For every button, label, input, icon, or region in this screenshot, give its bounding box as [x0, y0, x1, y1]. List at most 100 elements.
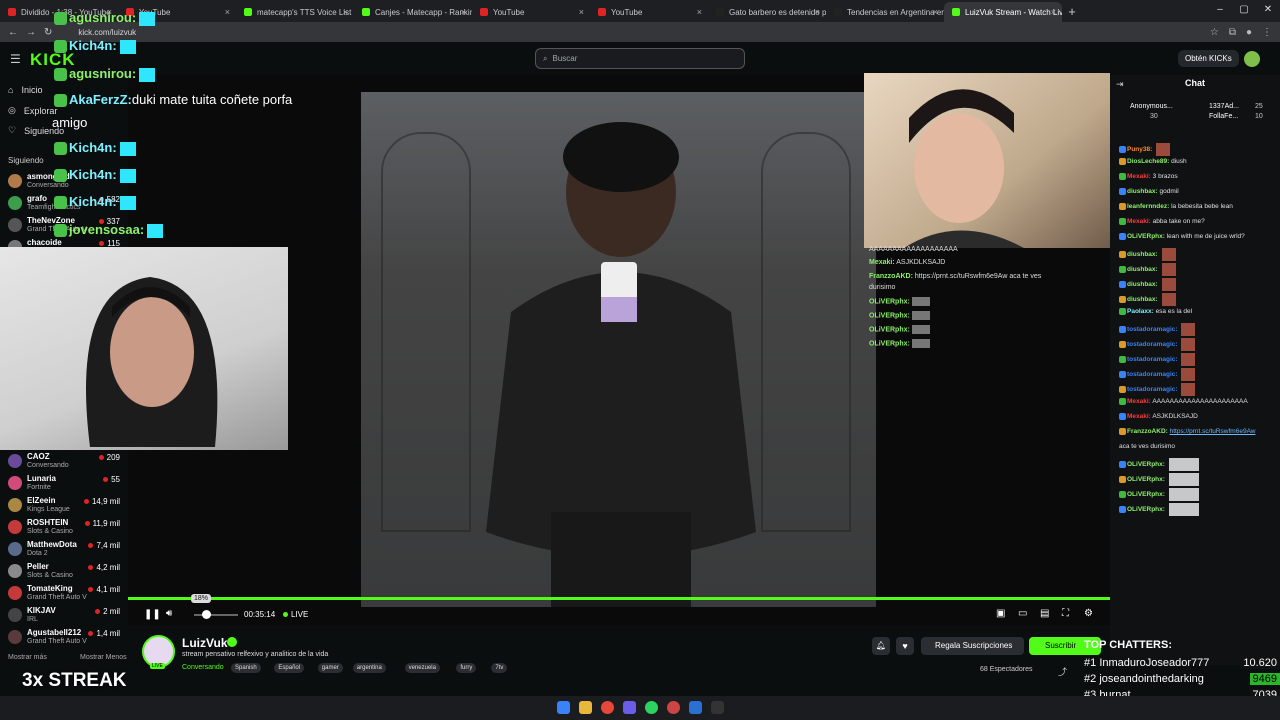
- theater-icon[interactable]: ▭: [1018, 608, 1027, 619]
- get-kicks-button[interactable]: Obtén KICKs: [1178, 50, 1239, 67]
- profile-icon[interactable]: ●: [1246, 27, 1252, 38]
- sidebar-channel[interactable]: Lunaria Fortnite 55: [8, 474, 120, 496]
- chat-username[interactable]: OLiVERphx:: [1127, 506, 1165, 513]
- chat-username[interactable]: tostadoramagic:: [1127, 356, 1178, 363]
- tab-close-icon[interactable]: ×: [697, 7, 702, 17]
- app-icon[interactable]: [667, 701, 680, 714]
- chat-username[interactable]: tostadoramagic:: [1127, 341, 1178, 348]
- tab-close-icon[interactable]: ×: [933, 7, 938, 17]
- sidebar-channel[interactable]: ROSHTEIN Slots & Casino 11,9 mil: [8, 518, 120, 540]
- steam-icon[interactable]: [689, 701, 702, 714]
- sidebar-channel[interactable]: Peller Slots & Casino 4,2 mil: [8, 562, 120, 584]
- tab-close-icon[interactable]: ×: [461, 7, 466, 17]
- sidebar-channel[interactable]: Agustabell212 Grand Theft Auto V 1,4 mil: [8, 628, 120, 650]
- chat-username[interactable]: tostadoramagic:: [1127, 386, 1178, 393]
- discord-icon[interactable]: [623, 701, 636, 714]
- extensions-icon[interactable]: ⧉: [1229, 27, 1236, 38]
- chat-username[interactable]: FranzzoAKD:: [1127, 428, 1168, 435]
- user-avatar[interactable]: [1244, 51, 1260, 67]
- sidebar-channel[interactable]: CAOZ Conversando 209: [8, 452, 120, 474]
- tab-close-icon[interactable]: ×: [815, 7, 820, 17]
- forward-icon[interactable]: →: [26, 27, 36, 38]
- pip-icon[interactable]: ▤: [1040, 608, 1049, 619]
- back-icon[interactable]: ←: [8, 27, 18, 38]
- spotify-icon[interactable]: [645, 701, 658, 714]
- menu-icon[interactable]: ⋮: [1262, 27, 1272, 38]
- reload-icon[interactable]: ↻: [44, 27, 52, 38]
- maximize-icon[interactable]: ▢: [1232, 0, 1256, 20]
- tab-close-icon[interactable]: ×: [343, 7, 348, 17]
- chat-username[interactable]: Mexaki:: [1127, 413, 1151, 420]
- stream-chat-message: https://prnt.sc/tuRswfm6e9Aw aca te ves: [914, 273, 1042, 280]
- stream-tag[interactable]: Spanish: [231, 663, 261, 673]
- stream-tag[interactable]: venezuela: [404, 663, 440, 673]
- fullscreen-icon[interactable]: ⛶: [1062, 608, 1069, 619]
- chat-username[interactable]: diushbax:: [1127, 266, 1158, 273]
- gift-subs-button[interactable]: Regala Suscripciones: [921, 637, 1024, 655]
- sidebar-item-inicio[interactable]: ⌂ Inicio: [8, 85, 42, 95]
- star-icon[interactable]: ☆: [1210, 27, 1219, 38]
- settings-gear-icon[interactable]: ⚙: [1084, 608, 1093, 619]
- chat-username[interactable]: Mexaki:: [1127, 173, 1151, 180]
- volume-icon[interactable]: 🔊︎: [166, 608, 172, 619]
- stream-tag[interactable]: furry: [456, 663, 477, 673]
- chat-username[interactable]: Paolaxx:: [1127, 308, 1154, 315]
- chat-username[interactable]: leanfernndez:: [1127, 203, 1169, 210]
- stream-tag[interactable]: Español: [274, 663, 305, 673]
- chat-username[interactable]: DiosLeche89:: [1127, 158, 1169, 165]
- live-indicator[interactable]: LIVE: [283, 610, 308, 619]
- hamburger-menu-icon[interactable]: ☰: [10, 52, 21, 66]
- stream-tag[interactable]: gamer: [317, 663, 343, 673]
- chat-username[interactable]: OLiVERphx:: [1127, 461, 1165, 468]
- chat-username[interactable]: Puny38:: [1127, 146, 1152, 153]
- browser-tab[interactable]: Canjes - Matecapp - Ranking y×: [354, 2, 472, 22]
- chat-username[interactable]: diushbax:: [1127, 281, 1158, 288]
- chat-username[interactable]: Mexaki:: [1127, 398, 1151, 405]
- sidebar-channel[interactable]: ElZeein Kings League 14,9 mil: [8, 496, 120, 518]
- close-window-icon[interactable]: ✕: [1256, 0, 1280, 20]
- search-input[interactable]: ⌕ Buscar: [535, 48, 745, 69]
- notification-bell-button[interactable]: 🔔︎: [872, 637, 890, 655]
- browser-tab[interactable]: YouTube ×: [590, 2, 708, 22]
- tab-close-icon[interactable]: ×: [225, 7, 230, 17]
- url-field[interactable]: kick.com/luizvuk: [78, 28, 136, 37]
- chrome-icon[interactable]: [601, 701, 614, 714]
- sidebar-channel[interactable]: TomateKing Grand Theft Auto V 4,1 mil: [8, 584, 120, 606]
- chat-username[interactable]: tostadoramagic:: [1127, 371, 1178, 378]
- new-tab-button[interactable]: +: [1062, 4, 1082, 19]
- tab-close-icon[interactable]: ×: [1051, 7, 1056, 17]
- share-icon[interactable]: ⤴: [1058, 665, 1067, 678]
- chat-username[interactable]: diushbax:: [1127, 296, 1158, 303]
- chat-username[interactable]: tostadoramagic:: [1127, 326, 1178, 333]
- volume-slider[interactable]: [194, 614, 238, 616]
- chat-username[interactable]: Mexaki:: [1127, 218, 1151, 225]
- show-less-link[interactable]: Mostrar Menos: [80, 654, 127, 661]
- follow-heart-button[interactable]: ♥: [896, 637, 914, 655]
- terminal-icon[interactable]: [711, 701, 724, 714]
- browser-tab[interactable]: Tendencias en Argentina en X ×: [826, 2, 944, 22]
- browser-tab[interactable]: matecapp's TTS Voice List | Kick×: [236, 2, 354, 22]
- show-more-link[interactable]: Mostrar más: [8, 654, 47, 661]
- browser-tab[interactable]: LuizVuk Stream - Watch Live ×: [944, 2, 1062, 22]
- browser-tab[interactable]: Gato barbero es detenido por ×: [708, 2, 826, 22]
- stream-category[interactable]: Conversando: [182, 664, 224, 671]
- sidebar-item-explorar[interactable]: ◎ Explorar: [8, 105, 57, 116]
- sidebar-channel[interactable]: MatthewDota Dota 2 7,4 mil: [8, 540, 120, 562]
- volume-knob[interactable]: [201, 610, 211, 619]
- file-explorer-icon[interactable]: [579, 701, 592, 714]
- sidebar-channel[interactable]: KIKJAV IRL 2 mil: [8, 606, 120, 628]
- chat-username[interactable]: OLiVERphx:: [1127, 491, 1165, 498]
- browser-tab[interactable]: YouTube ×: [472, 2, 590, 22]
- chat-username[interactable]: diushbax:: [1127, 251, 1158, 258]
- start-menu-icon[interactable]: [557, 701, 570, 714]
- chat-username[interactable]: OLiVERphx:: [1127, 233, 1165, 240]
- streamer-name[interactable]: LuizVuk: [182, 636, 228, 650]
- chat-username[interactable]: diushbax:: [1127, 188, 1158, 195]
- miniplayer-icon[interactable]: ▣: [996, 608, 1005, 619]
- chat-username[interactable]: OLiVERphx:: [1127, 476, 1165, 483]
- stream-tag[interactable]: argentina: [352, 663, 386, 673]
- pause-icon[interactable]: ❚❚: [144, 609, 161, 620]
- tab-close-icon[interactable]: ×: [579, 7, 584, 17]
- stream-tag[interactable]: 7tv: [491, 663, 508, 673]
- minimize-icon[interactable]: –: [1208, 0, 1232, 20]
